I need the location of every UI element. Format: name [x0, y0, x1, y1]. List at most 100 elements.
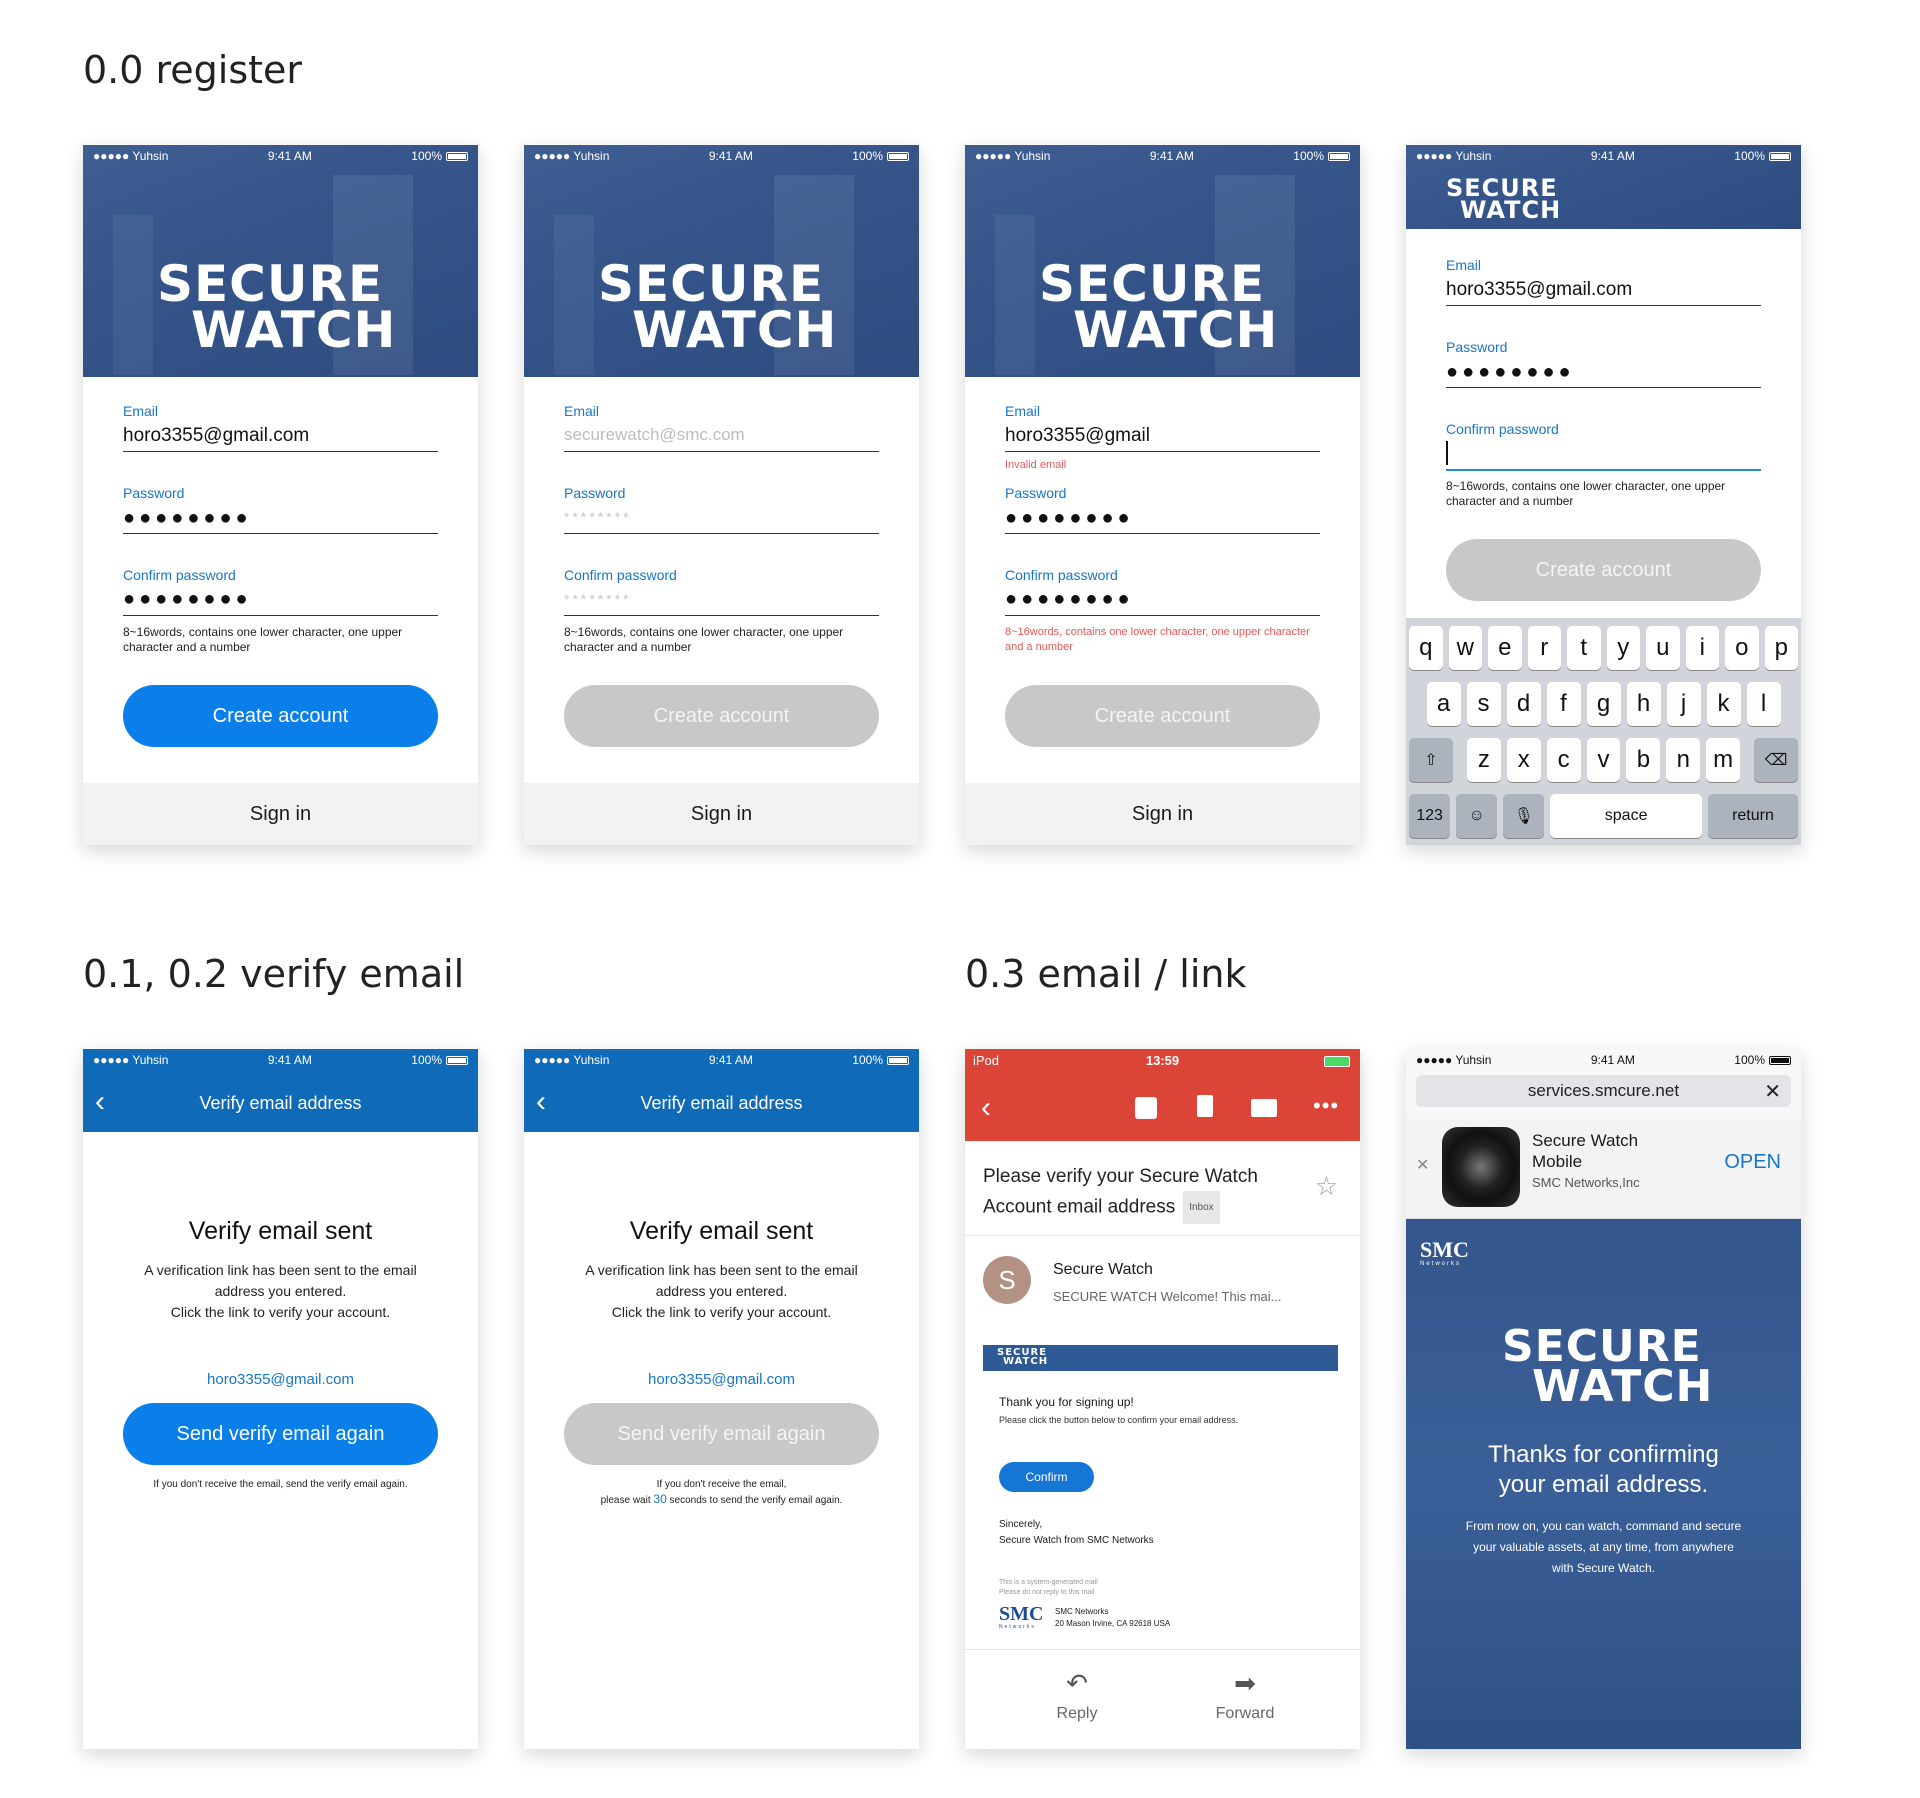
sender-name: Secure Watch [1053, 1261, 1153, 1278]
password-field[interactable]: ******** [564, 509, 632, 525]
address-2: 20 Mason Irvine, CA 92618 USA [1055, 1619, 1171, 1628]
close-icon[interactable]: ✕ [1764, 1079, 1781, 1104]
confirm-password-label: Confirm password [1005, 567, 1118, 583]
open-button[interactable]: OPEN [1724, 1151, 1781, 1174]
reply-button[interactable]: ↶ Reply [1017, 1668, 1137, 1723]
gmail-screen: iPod 13:59 ‹ ••• Please verify your Secu… [965, 1049, 1360, 1749]
key-m[interactable]: m [1706, 738, 1741, 782]
star-icon[interactable]: ☆ [1315, 1171, 1338, 1202]
confirm-password-field[interactable]: ●●●●●●●● [1005, 588, 1134, 611]
key-p[interactable]: p [1764, 626, 1798, 670]
countdown: 30 [653, 1492, 667, 1506]
key-z[interactable]: z [1466, 738, 1501, 782]
nav-title: Verify email address [640, 1093, 803, 1113]
email-field[interactable]: securewatch@smc.com [564, 425, 879, 445]
key-q[interactable]: q [1409, 626, 1443, 670]
key-j[interactable]: j [1666, 682, 1701, 726]
confirm-password-field[interactable] [1446, 469, 1761, 471]
key-b[interactable]: b [1626, 738, 1661, 782]
status-bar: ●●●●● Yuhsin 9:41 AM 100% [965, 145, 1360, 167]
password-hint: 8~16words, contains one lower character,… [564, 625, 844, 654]
verify-line-1: A verification link has been sent to the… [144, 1262, 417, 1278]
confirm-password-field[interactable]: ●●●●●●●● [123, 588, 252, 611]
confirm-button[interactable]: Confirm [999, 1462, 1094, 1492]
key-e[interactable]: e [1488, 626, 1522, 670]
verify-title: Verify email sent [629, 1217, 814, 1245]
key-g[interactable]: g [1586, 682, 1621, 726]
forward-button[interactable]: ➡ Forward [1185, 1668, 1305, 1723]
more-icon[interactable]: ••• [1313, 1093, 1339, 1119]
key-c[interactable]: c [1546, 738, 1581, 782]
numbers-key[interactable]: 123 [1409, 794, 1451, 838]
key-l[interactable]: l [1746, 682, 1781, 726]
microphone-icon[interactable]: 🎙 [1503, 794, 1545, 838]
register-screen-empty: SECURE WATCH ●●●●● Yuhsin 9:41 AM 100% Emai… [524, 145, 919, 845]
verify-title: Verify email sent [188, 1217, 373, 1245]
verify-line-2: address you entered. [655, 1283, 788, 1299]
mail-icon[interactable] [1251, 1099, 1277, 1117]
key-s[interactable]: s [1466, 682, 1501, 726]
send-verify-again-button[interactable]: Send verify email again [123, 1403, 438, 1465]
archive-icon[interactable] [1135, 1097, 1157, 1119]
key-d[interactable]: d [1506, 682, 1541, 726]
password-label: Password [1005, 485, 1067, 501]
key-h[interactable]: h [1626, 682, 1661, 726]
trash-icon[interactable] [1197, 1095, 1213, 1117]
battery-icon [1324, 1056, 1350, 1067]
key-i[interactable]: i [1685, 626, 1719, 670]
backspace-key[interactable]: ⌫ [1754, 738, 1798, 782]
email-banner: SECURE WATCH [983, 1345, 1338, 1371]
dismiss-icon[interactable]: ✕ [1416, 1155, 1429, 1175]
status-bar: ●●●●● Yuhsin 9:41 AM 100% [83, 145, 478, 167]
key-u[interactable]: u [1646, 626, 1680, 670]
body-line-1: From now on, you can watch, command and … [1465, 1519, 1742, 1533]
verify-screen-active: ‹ Verify email address ●●●●● Yuhsin 9:41 … [83, 1049, 478, 1749]
key-r[interactable]: r [1527, 626, 1561, 670]
create-account-button[interactable]: Create account [123, 685, 438, 747]
sign-in-link[interactable]: Sign in [524, 783, 919, 845]
send-verify-again-button[interactable]: Send verify email again [564, 1403, 879, 1465]
key-w[interactable]: w [1448, 626, 1482, 670]
shift-key[interactable]: ⇧ [1409, 738, 1453, 782]
password-field[interactable]: ●●●●●●●● [123, 507, 252, 530]
status-bar: ●●●●● Yuhsin 9:41 AM 100% [524, 145, 919, 167]
back-icon[interactable]: ‹ [981, 1091, 991, 1125]
emoji-key[interactable]: ☺ [1456, 794, 1498, 838]
key-t[interactable]: t [1567, 626, 1601, 670]
create-account-button[interactable]: Create account [564, 685, 879, 747]
secure-watch-logo: SECURE WATCH [997, 1347, 1049, 1368]
email-field[interactable]: horo3355@gmail.com [1446, 279, 1761, 301]
key-v[interactable]: v [1586, 738, 1621, 782]
sign-in-link[interactable]: Sign in [83, 783, 478, 845]
email-field[interactable]: horo3355@gmail [1005, 425, 1320, 447]
email-field[interactable]: horo3355@gmail.com [123, 425, 438, 447]
key-x[interactable]: x [1506, 738, 1541, 782]
thanks-line-1: Thanks for confirming [1488, 1441, 1719, 1468]
email-label: Email [1446, 257, 1482, 273]
url-bar[interactable]: services.smcure.net ✕ [1416, 1075, 1791, 1107]
key-k[interactable]: k [1706, 682, 1741, 726]
key-o[interactable]: o [1725, 626, 1759, 670]
key-n[interactable]: n [1666, 738, 1701, 782]
verify-note: If you don't receive the email, send the… [153, 1479, 408, 1490]
sincerely-text: Sincerely, [999, 1519, 1043, 1530]
key-a[interactable]: a [1426, 682, 1461, 726]
confirm-password-field[interactable]: ******** [564, 591, 632, 607]
create-account-button[interactable]: Create account [1446, 539, 1761, 601]
password-field[interactable]: ●●●●●●●● [1005, 507, 1134, 530]
smc-logo-sub: Networks [999, 1624, 1036, 1630]
instruction-text: Please click the button below to confirm… [999, 1415, 1239, 1425]
sign-in-link[interactable]: Sign in [965, 783, 1360, 845]
verify-screen-waiting: ‹ Verify email address ●●●●● Yuhsin 9:41 … [524, 1049, 919, 1749]
return-key[interactable]: return [1707, 794, 1798, 838]
password-field[interactable]: ●●●●●●●● [1446, 361, 1575, 384]
hero-banner: SECURE WATCH [83, 145, 478, 377]
space-key[interactable]: space [1550, 794, 1702, 838]
secure-watch-logo: SECURE WATCH [598, 255, 838, 359]
key-y[interactable]: y [1606, 626, 1640, 670]
email-label: Email [564, 403, 600, 419]
status-bar: ●●●●● Yuhsin 9:41 AM 100% [524, 1049, 919, 1071]
create-account-button[interactable]: Create account [1005, 685, 1320, 747]
email-error: Invalid email [1005, 459, 1067, 471]
key-f[interactable]: f [1546, 682, 1581, 726]
